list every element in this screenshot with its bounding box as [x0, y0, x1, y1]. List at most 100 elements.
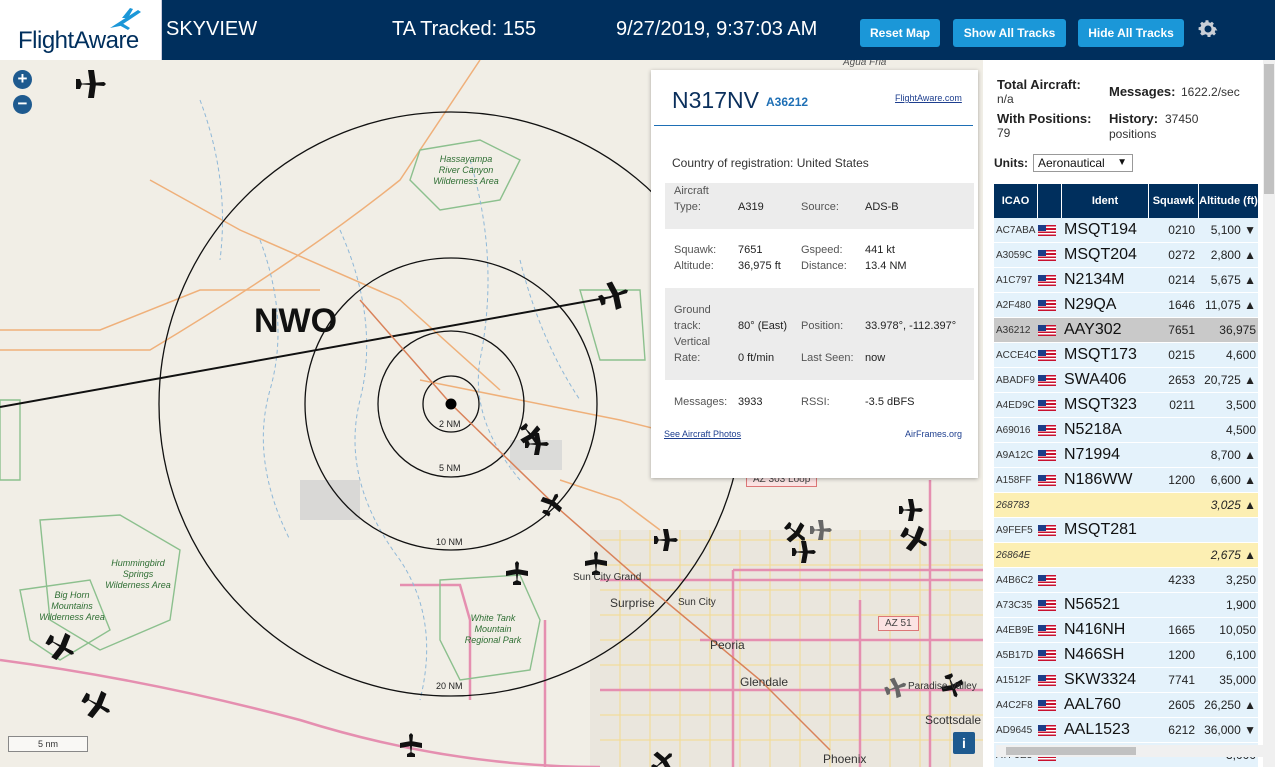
place-agua-fria: Agua Fria [843, 60, 887, 68]
altitude-value: 36,975 ft [738, 260, 781, 272]
us-flag-icon [1038, 224, 1056, 236]
col-flag[interactable] [1038, 184, 1062, 218]
info-icon[interactable]: i [953, 732, 975, 754]
row-flag [1038, 599, 1062, 611]
aircraft-photos-link[interactable]: See Aircraft Photos [664, 429, 741, 439]
messages-rate-label: Messages: [1109, 84, 1176, 99]
table-row[interactable]: A2F480 N29QA 1646 11,075 ▲ [994, 293, 1258, 318]
skyview-app: FlightAware SKYVIEW TA Tracked: 155 9/27… [0, 0, 1275, 767]
us-flag-icon [1038, 649, 1056, 661]
app-title: SKYVIEW [166, 18, 258, 40]
row-altitude: 4,500 [1225, 423, 1256, 437]
table-row[interactable]: ACCE4C MSQT173 0215 4,600 [994, 343, 1258, 368]
us-flag-icon [1038, 699, 1056, 711]
row-flag [1038, 324, 1062, 336]
row-ident: N56521 [1064, 596, 1121, 613]
table-row[interactable]: A36212 AAY302 7651 36,975 [994, 318, 1258, 343]
table-row[interactable]: 268783 3,025 ▲ [994, 493, 1258, 518]
row-ident: N71994 [1064, 446, 1121, 463]
flightaware-logo[interactable]: FlightAware [0, 0, 162, 60]
table-row[interactable]: A4C2F8 AAL760 2605 26,250 ▲ [994, 693, 1258, 718]
show-all-tracks-button[interactable]: Show All Tracks [953, 19, 1066, 47]
with-positions-value: 79 [997, 126, 1011, 140]
us-flag-icon [1038, 599, 1056, 611]
row-squawk: 1665 [1168, 623, 1195, 637]
rssi-label: RSSI: [801, 396, 830, 408]
units-value: Aeronautical [1038, 156, 1105, 170]
gear-icon[interactable] [1196, 17, 1220, 41]
col-icao[interactable]: ICAO [994, 184, 1038, 218]
row-altitude: 3,500 [1225, 398, 1256, 412]
table-row[interactable]: A5B17D N466SH 1200 6,100 [994, 643, 1258, 668]
airframes-link[interactable]: AirFrames.org [905, 429, 962, 439]
table-row[interactable]: A158FF N186WW 1200 6,600 ▲ [994, 468, 1258, 493]
row-altitude: 2,800 ▲ [1210, 248, 1256, 262]
flightaware-link[interactable]: FlightAware.com [895, 93, 962, 103]
us-flag-icon [1038, 424, 1056, 436]
table-row[interactable]: A1512F SKW3324 7741 35,000 [994, 668, 1258, 693]
table-row[interactable]: AC7ABA MSQT194 0210 5,100 ▼ [994, 218, 1258, 243]
us-flag-icon [1038, 324, 1056, 336]
source-label: Source: [801, 201, 839, 213]
us-flag-icon [1038, 399, 1056, 411]
col-squawk[interactable]: Squawk [1149, 184, 1199, 218]
scrollbar-thumb[interactable] [1264, 64, 1274, 194]
table-row[interactable]: A9A12C N71994 8,700 ▲ [994, 443, 1258, 468]
table-row[interactable]: ABADF9 SWA406 2653 20,725 ▲ [994, 368, 1258, 393]
table-row[interactable]: A69016 N5218A 4,500 [994, 418, 1258, 443]
table-row[interactable]: A9FEF5 MSQT281 [994, 518, 1258, 543]
row-icao: A4ED9C [996, 399, 1035, 411]
zoom-in-button[interactable]: + [13, 70, 32, 89]
col-altitude[interactable]: Altitude (ft) [1199, 184, 1258, 218]
row-ident: MSQT204 [1064, 246, 1137, 263]
row-flag [1038, 374, 1062, 386]
row-altitude: 11,075 ▲ [1204, 298, 1256, 312]
row-squawk: 1646 [1168, 298, 1195, 312]
row-altitude: 35,000 [1219, 673, 1256, 687]
rate-value: 0 ft/min [738, 352, 775, 364]
track-label: track: [674, 320, 701, 332]
aircraft-list-panel: Total Aircraft: n/a Messages: 1622.2/sec… [983, 60, 1275, 767]
squawk-label: Squawk: [674, 244, 717, 256]
vertical-scrollbar[interactable] [1263, 60, 1275, 767]
row-squawk: 0210 [1168, 223, 1195, 237]
with-positions-label: With Positions: [997, 111, 1092, 126]
units-select[interactable]: Aeronautical ▼ [1033, 154, 1133, 172]
table-row[interactable]: 26864E 2,675 ▲ [994, 543, 1258, 568]
us-flag-icon [1038, 299, 1056, 311]
table-row[interactable]: A4EB9E N416NH 1665 10,050 [994, 618, 1258, 643]
row-altitude: 10,050 [1219, 623, 1256, 637]
table-row[interactable]: A4B6C2 4233 3,250 [994, 568, 1258, 593]
row-altitude: 6,600 ▲ [1210, 473, 1256, 487]
table-row[interactable]: A4ED9C MSQT323 0211 3,500 [994, 393, 1258, 418]
total-aircraft-label: Total Aircraft: [997, 77, 1081, 92]
table-row[interactable]: A3059C MSQT204 0272 2,800 ▲ [994, 243, 1258, 268]
table-row[interactable]: AD9645 AAL1523 6212 36,000 ▼ [994, 718, 1258, 743]
col-ident[interactable]: Ident [1062, 184, 1149, 218]
row-ident: MSQT173 [1064, 346, 1137, 363]
us-flag-icon [1038, 249, 1056, 261]
squawk-value: 7651 [738, 244, 763, 256]
reset-map-button[interactable]: Reset Map [860, 19, 940, 47]
row-squawk: 2605 [1168, 698, 1195, 712]
row-squawk: 4233 [1168, 573, 1195, 587]
row-icao: ABADF9 [996, 374, 1035, 386]
tracked-count: TA Tracked: 155 [392, 18, 537, 40]
table-row[interactable]: A73C35 N56521 1,900 [994, 593, 1258, 618]
hide-all-tracks-button[interactable]: Hide All Tracks [1078, 19, 1184, 47]
horizontal-scrollbar[interactable] [996, 745, 1263, 757]
city-glendale: Glendale [740, 675, 789, 689]
park-whitetank: White Tank Mountain Regional Park [464, 613, 522, 645]
table-row[interactable]: A1C797 N2134M 0214 5,675 ▲ [994, 268, 1258, 293]
row-ident: AAY302 [1064, 321, 1122, 338]
aircraft-label: Aircraft [674, 185, 709, 197]
zoom-out-button[interactable]: − [13, 95, 32, 114]
us-flag-icon [1038, 374, 1056, 386]
row-squawk: 0272 [1168, 248, 1195, 262]
row-ident: SKW3324 [1064, 671, 1137, 688]
hscrollbar-thumb[interactable] [1006, 747, 1136, 755]
altitude-label: Altitude: [674, 260, 714, 272]
row-ident: SWA406 [1064, 371, 1127, 388]
us-flag-icon [1038, 724, 1056, 736]
us-flag-icon [1038, 674, 1056, 686]
